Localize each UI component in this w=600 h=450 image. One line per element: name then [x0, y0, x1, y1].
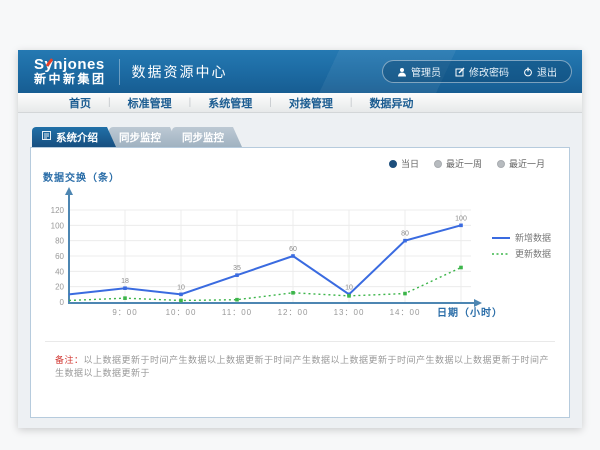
svg-text:14：00: 14：00: [390, 308, 421, 317]
svg-text:10: 10: [177, 284, 185, 291]
svg-text:日期（小时）: 日期（小时）: [437, 306, 503, 319]
svg-text:80: 80: [401, 231, 409, 238]
svg-text:更新数据: 更新数据: [515, 248, 551, 259]
user-icon: [397, 67, 407, 77]
svg-text:18: 18: [121, 278, 129, 285]
company-logo: Synjones 新中新集团: [34, 57, 107, 85]
svg-text:10: 10: [345, 284, 353, 291]
svg-text:60: 60: [55, 252, 64, 261]
svg-text:9：00: 9：00: [112, 308, 137, 317]
svg-text:10：00: 10：00: [166, 308, 197, 317]
time-range-filter: 当日 最近一周 最近一月: [389, 157, 545, 170]
note-text: 以上数据更新于时间产生数据以上数据更新于时间产生数据以上数据更新于时间产生数据以…: [55, 355, 549, 378]
radio-label: 当日: [401, 157, 419, 170]
app-header: Synjones 新中新集团 数据资源中心 管理员 修改密码: [18, 50, 582, 93]
svg-text:13：00: 13：00: [334, 308, 365, 317]
main-nav: 首页 | 标准管理 | 系统管理 | 对接管理 | 数据异动: [18, 93, 582, 113]
radio-dot-icon: [434, 160, 442, 168]
svg-text:100: 100: [455, 215, 467, 222]
svg-text:11：00: 11：00: [222, 308, 252, 317]
svg-text:100: 100: [51, 221, 65, 230]
app-window: Synjones 新中新集团 数据资源中心 管理员 修改密码: [18, 50, 582, 428]
tab-sync-monitor-2[interactable]: 同步监控: [172, 127, 242, 147]
change-password-label: 修改密码: [469, 64, 509, 79]
tab-label: 同步监控: [182, 130, 224, 145]
tab-sync-monitor-1[interactable]: 同步监控: [109, 127, 179, 147]
user-menu: 管理员 修改密码 退出: [382, 60, 572, 83]
logo-company: 新中新集团: [34, 73, 107, 86]
y-axis-title: 数据交换（条）: [43, 169, 120, 184]
svg-text:新增数据: 新增数据: [515, 232, 551, 243]
nav-item-system-mgmt[interactable]: 系统管理: [191, 95, 269, 111]
svg-text:0: 0: [60, 298, 65, 307]
note-divider: [45, 341, 555, 342]
radio-label: 最近一周: [446, 157, 482, 170]
radio-dot-icon: [389, 160, 397, 168]
tab-bar: 系统介绍 同步监控 同步监控: [32, 127, 570, 147]
footer-note: 备注：以上数据更新于时间产生数据以上数据更新于时间产生数据以上数据更新于时间产生…: [55, 353, 555, 379]
nav-item-interface-mgmt[interactable]: 对接管理: [272, 95, 350, 111]
svg-text:120: 120: [51, 206, 65, 215]
document-icon: [42, 131, 51, 143]
logout-label: 退出: [537, 64, 557, 79]
content-area: 系统介绍 同步监控 同步监控 当日 最近一周: [18, 113, 582, 418]
radio-last-week[interactable]: 最近一周: [434, 157, 482, 170]
note-label: 备注: [55, 355, 74, 365]
svg-text:80: 80: [55, 237, 64, 246]
nav-item-home[interactable]: 首页: [52, 95, 108, 111]
svg-text:60: 60: [289, 246, 297, 253]
header-divider: [119, 59, 120, 85]
radio-today[interactable]: 当日: [389, 157, 419, 170]
tab-label: 同步监控: [119, 130, 161, 145]
nav-item-standard-mgmt[interactable]: 标准管理: [111, 95, 189, 111]
user-label: 管理员: [411, 64, 441, 79]
radio-last-month[interactable]: 最近一月: [497, 157, 545, 170]
radio-dot-icon: [497, 160, 505, 168]
tab-label: 系统介绍: [56, 130, 98, 145]
tab-system-intro[interactable]: 系统介绍: [32, 127, 116, 147]
chart-panel: 当日 最近一周 最近一月 数据交换（条） 0 20 40 60 80 100 120 9：00…: [30, 147, 570, 418]
nav-item-data-change[interactable]: 数据异动: [352, 95, 430, 111]
change-password-button[interactable]: 修改密码: [455, 64, 509, 79]
note-colon: ：: [74, 355, 84, 365]
line-chart: 0 20 40 60 80 100 120 9：00 10：00 11：00 12：00 13：00 1…: [39, 186, 567, 336]
svg-text:12：00: 12：00: [278, 308, 309, 317]
svg-text:20: 20: [55, 283, 64, 292]
radio-label: 最近一月: [509, 157, 545, 170]
power-icon: [523, 67, 533, 77]
edit-icon: [455, 67, 465, 77]
svg-text:40: 40: [55, 267, 64, 276]
logout-button[interactable]: 退出: [523, 64, 557, 79]
svg-text:35: 35: [233, 265, 241, 272]
page-title: 数据资源中心: [132, 62, 228, 82]
current-user-button[interactable]: 管理员: [397, 64, 441, 79]
